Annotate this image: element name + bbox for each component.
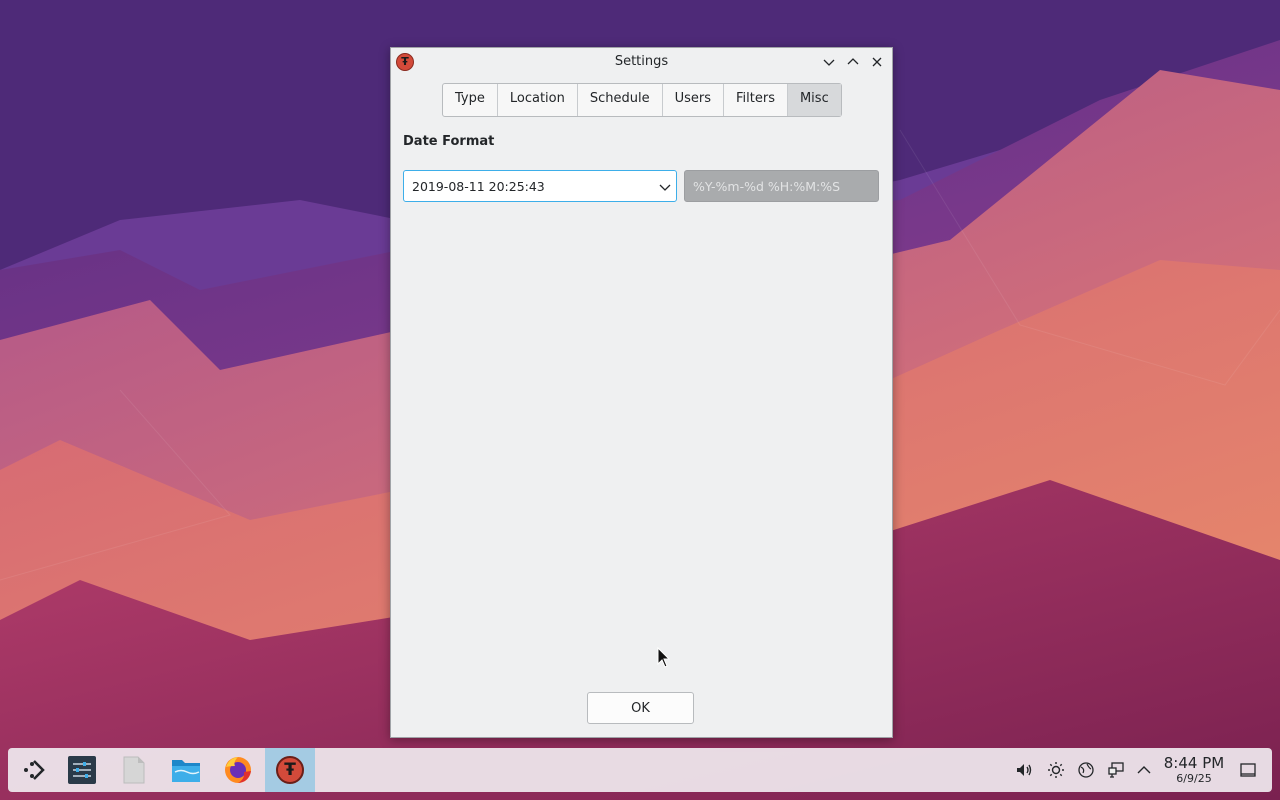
firefox-icon	[225, 757, 251, 783]
taskbar-firefox[interactable]	[220, 752, 256, 788]
tab-users[interactable]: Users	[663, 84, 724, 116]
chevron-up-icon[interactable]	[1134, 760, 1154, 780]
tab-filters[interactable]: Filters	[724, 84, 788, 116]
maximize-button[interactable]	[844, 53, 862, 71]
clock-date: 6/9/25	[1176, 772, 1212, 785]
tab-schedule[interactable]: Schedule	[578, 84, 663, 116]
close-icon	[872, 57, 882, 67]
date-format-pattern-field[interactable]	[684, 170, 879, 202]
tab-bar: Type Location Schedule Users Filters Mis…	[442, 83, 842, 117]
date-format-pattern-input[interactable]	[685, 171, 878, 201]
chevron-up-icon	[847, 58, 859, 65]
date-format-selected-value: 2019-08-11 20:25:43	[412, 179, 545, 194]
taskbar-file-manager[interactable]	[168, 752, 204, 788]
settings-sliders-icon	[68, 756, 96, 784]
taskbar-text-file[interactable]	[116, 752, 152, 788]
digital-clock[interactable]: 8:44 PM 6/9/25	[1161, 754, 1227, 785]
chevron-down-icon	[823, 59, 835, 66]
taskbar-system-settings[interactable]	[64, 752, 100, 788]
tab-misc[interactable]: Misc	[787, 84, 841, 116]
app-logo-icon: Ŧ	[276, 756, 304, 784]
window-title: Settings	[614, 54, 669, 69]
tab-location[interactable]: Location	[498, 84, 578, 116]
minimize-button[interactable]	[820, 53, 838, 71]
clock-time: 8:44 PM	[1163, 754, 1225, 772]
network-globe-icon[interactable]	[1076, 760, 1096, 780]
title-bar[interactable]: Ŧ Settings	[391, 48, 892, 76]
date-format-label: Date Format	[403, 134, 495, 149]
ok-button[interactable]: OK	[587, 692, 694, 724]
folder-icon	[172, 760, 200, 782]
application-launcher-button[interactable]	[16, 752, 52, 788]
chevron-down-icon	[659, 184, 671, 191]
date-format-combobox[interactable]: 2019-08-11 20:25:43	[403, 170, 677, 202]
tab-type[interactable]: Type	[443, 84, 498, 116]
close-button[interactable]	[868, 53, 886, 71]
volume-icon[interactable]	[1014, 760, 1034, 780]
taskbar-active-app[interactable]: Ŧ	[265, 748, 315, 792]
launcher-icon	[24, 760, 45, 780]
taskbar: Ŧ 8:44 PM 6/9/25	[8, 748, 1272, 792]
wired-network-icon[interactable]	[1106, 760, 1126, 780]
document-icon	[123, 756, 145, 784]
mouse-cursor-icon	[657, 647, 671, 668]
settings-window: Ŧ Settings Type Location Schedule Users …	[390, 47, 893, 738]
brightness-icon[interactable]	[1046, 760, 1066, 780]
show-desktop-icon[interactable]	[1238, 760, 1258, 780]
